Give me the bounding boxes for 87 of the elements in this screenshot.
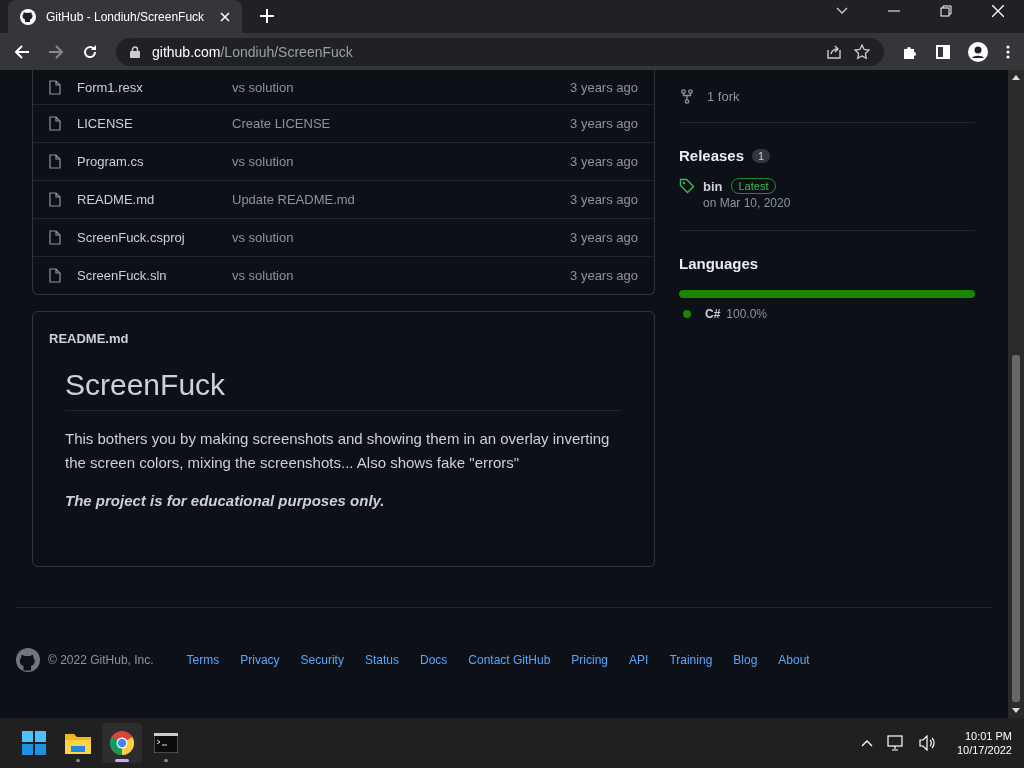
- clock[interactable]: 10:01 PM 10/17/2022: [956, 730, 1012, 756]
- release-count: 1: [752, 148, 771, 163]
- language-name: C#: [705, 307, 721, 321]
- terminal-icon: [154, 733, 178, 753]
- commit-message-link[interactable]: vs solution: [232, 268, 571, 283]
- restore-icon[interactable]: [940, 4, 952, 17]
- commit-age: 3 years ago: [570, 116, 638, 131]
- network-icon[interactable]: [886, 735, 905, 751]
- url-text: github.com/Londiuh/ScreenFuck: [152, 43, 353, 60]
- file-name-link[interactable]: Form1.resx: [77, 79, 232, 95]
- browser-tab[interactable]: GitHub - Londiuh/ScreenFuck: [8, 0, 242, 33]
- new-tab-icon[interactable]: [260, 9, 274, 23]
- chevron-down-icon[interactable]: [836, 6, 848, 15]
- github-icon: [20, 8, 36, 25]
- reload-icon[interactable]: [82, 43, 98, 60]
- footer-link[interactable]: Terms: [186, 653, 220, 667]
- windows-icon: [22, 731, 46, 755]
- footer-link[interactable]: Pricing: [571, 653, 609, 667]
- footer-link[interactable]: API: [629, 653, 649, 667]
- commit-age: 3 years ago: [570, 192, 638, 207]
- clock-date: 10/17/2022: [956, 744, 1012, 756]
- commit-message-link[interactable]: vs solution: [232, 154, 571, 169]
- readme-paragraph: This bothers you by making screenshots and showing them in an overlay inverting the screen colors, mixing the screenshots... Also shows fake "errors": [65, 429, 611, 473]
- file-icon: [49, 154, 61, 169]
- readme-filename: README.md: [48, 330, 130, 346]
- file-name-link[interactable]: ScreenFuck.sln: [77, 268, 232, 283]
- commit-message-link[interactable]: Update README.md: [232, 192, 571, 207]
- clock-time: 10:01 PM: [964, 730, 1012, 742]
- footer-link[interactable]: Status: [364, 653, 399, 667]
- footer-link[interactable]: Blog: [733, 653, 758, 667]
- address-bar[interactable]: github.com/Londiuh/ScreenFuck: [116, 37, 884, 66]
- close-window-icon[interactable]: [992, 4, 1004, 17]
- latest-badge: Latest: [730, 178, 777, 194]
- readme-note: The project is for educational purposes only.: [65, 491, 386, 511]
- lock-icon: [130, 45, 140, 58]
- release-name-link[interactable]: bin: [703, 178, 723, 194]
- speaker-icon[interactable]: [918, 735, 937, 751]
- minimize-icon[interactable]: [888, 9, 900, 12]
- file-icon: [49, 230, 61, 245]
- commit-age: 3 years ago: [570, 154, 638, 169]
- release-date: on Mar 10, 2020: [703, 196, 791, 210]
- commit-message-link[interactable]: vs solution: [232, 230, 571, 245]
- language-percent: 100.0%: [726, 307, 768, 321]
- fork-count-link[interactable]: 1 fork: [707, 88, 740, 104]
- chrome-icon: [110, 731, 134, 755]
- file-icon: [49, 116, 61, 131]
- commit-age: 3 years ago: [570, 230, 638, 245]
- footer-link[interactable]: Contact GitHub: [468, 653, 551, 667]
- fork-icon: [681, 88, 693, 104]
- tag-icon: [679, 178, 695, 194]
- scroll-down-icon[interactable]: [1012, 708, 1020, 714]
- footer-link[interactable]: Training: [669, 653, 713, 667]
- copyright-text: © 2022 GitHub, Inc.: [48, 653, 154, 667]
- commit-message-link[interactable]: Create LICENSE: [232, 116, 571, 131]
- scroll-up-icon[interactable]: [1012, 74, 1020, 80]
- chevron-up-icon[interactable]: [860, 739, 873, 747]
- profile-icon[interactable]: [968, 41, 988, 62]
- languages-heading: Languages: [679, 255, 759, 272]
- back-icon[interactable]: [14, 43, 30, 60]
- scrollbar-thumb[interactable]: [1012, 355, 1020, 702]
- commit-message-link[interactable]: vs solution: [232, 79, 571, 95]
- github-logo-icon[interactable]: [16, 648, 40, 672]
- footer-link[interactable]: Security: [300, 653, 344, 667]
- tab-title: GitHub - Londiuh/ScreenFuck: [46, 9, 206, 24]
- menu-icon[interactable]: [1006, 44, 1010, 59]
- commit-age: 3 years ago: [570, 268, 638, 283]
- file-name-link[interactable]: README.md: [77, 192, 232, 207]
- commit-age: 3 years ago: [570, 79, 638, 95]
- file-icon: [49, 268, 61, 283]
- side-panel-icon[interactable]: [936, 44, 950, 59]
- taskbar-app-button[interactable]: [102, 723, 142, 763]
- star-icon[interactable]: [854, 43, 870, 60]
- folder-icon: [65, 732, 91, 754]
- scrollbar[interactable]: [1008, 70, 1024, 718]
- forward-icon[interactable]: [48, 43, 64, 60]
- releases-heading[interactable]: Releases: [679, 147, 745, 164]
- footer-link[interactable]: Docs: [419, 653, 448, 667]
- footer-link[interactable]: About: [778, 653, 810, 667]
- file-name-link[interactable]: ScreenFuck.csproj: [77, 230, 232, 245]
- file-name-link[interactable]: Program.cs: [77, 154, 232, 169]
- file-icon: [49, 79, 61, 95]
- file-name-link[interactable]: LICENSE: [77, 116, 232, 131]
- footer-link[interactable]: Privacy: [240, 653, 280, 667]
- close-icon[interactable]: [220, 11, 230, 22]
- readme-heading: ScreenFuck: [65, 368, 622, 411]
- file-icon: [49, 192, 61, 207]
- share-icon[interactable]: [826, 43, 842, 60]
